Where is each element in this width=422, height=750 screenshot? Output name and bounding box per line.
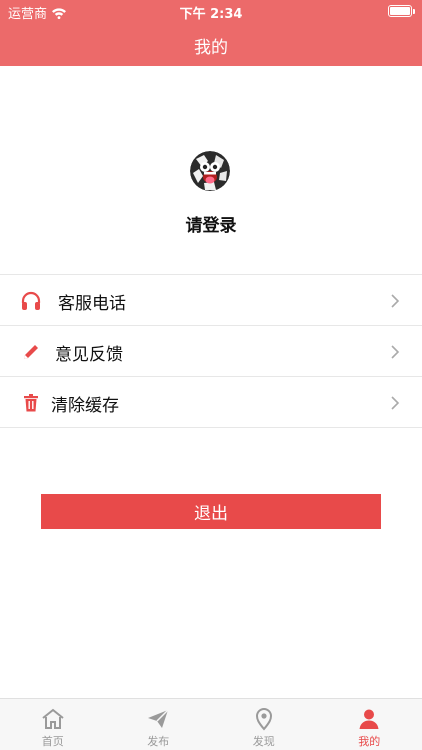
profile-screen: 运营商 下午 2:34 我的 请登录 客服电话 意见反馈 清除缓存 退出 首页 …	[0, 0, 422, 750]
headphones-icon	[21, 291, 41, 310]
chevron-right-icon	[391, 345, 400, 359]
logout-button[interactable]: 退出	[41, 494, 381, 529]
tab-label: 我的	[358, 735, 381, 748]
menu-item-label: 客服电话	[58, 294, 126, 314]
person-icon	[359, 709, 379, 729]
tab-home[interactable]: 首页	[0, 699, 106, 750]
settings-menu: 客服电话 意见反馈 清除缓存	[0, 274, 422, 428]
menu-item-customer-service[interactable]: 客服电话	[0, 275, 422, 326]
location-icon	[255, 708, 272, 731]
header-bar: 运营商 下午 2:34 我的	[0, 0, 422, 66]
trash-icon	[24, 394, 38, 412]
home-icon	[42, 708, 64, 729]
menu-item-label: 清除缓存	[51, 396, 119, 416]
tab-label: 首页	[41, 735, 64, 748]
tab-publish[interactable]: 发布	[106, 699, 212, 750]
menu-item-label: 意见反馈	[55, 345, 123, 365]
page-title: 我的	[194, 38, 228, 58]
tab-label: 发布	[147, 735, 170, 748]
menu-item-clear-cache[interactable]: 清除缓存	[0, 377, 422, 428]
status-time: 下午 2:34	[179, 7, 243, 22]
tab-bar: 首页 发布 发现 我的	[0, 698, 422, 750]
avatar-image	[190, 151, 230, 191]
avatar[interactable]	[190, 151, 230, 191]
tab-mine[interactable]: 我的	[317, 699, 422, 750]
tab-label: 发现	[252, 735, 275, 748]
login-prompt[interactable]: 请登录	[0, 211, 422, 236]
battery-icon	[388, 5, 415, 17]
send-icon	[148, 709, 169, 728]
menu-item-feedback[interactable]: 意见反馈	[0, 326, 422, 377]
tab-discover[interactable]: 发现	[211, 699, 317, 750]
chevron-right-icon	[391, 294, 400, 308]
chevron-right-icon	[391, 396, 400, 410]
pencil-icon	[24, 345, 38, 359]
status-bar: 运营商 下午 2:34	[0, 0, 422, 22]
